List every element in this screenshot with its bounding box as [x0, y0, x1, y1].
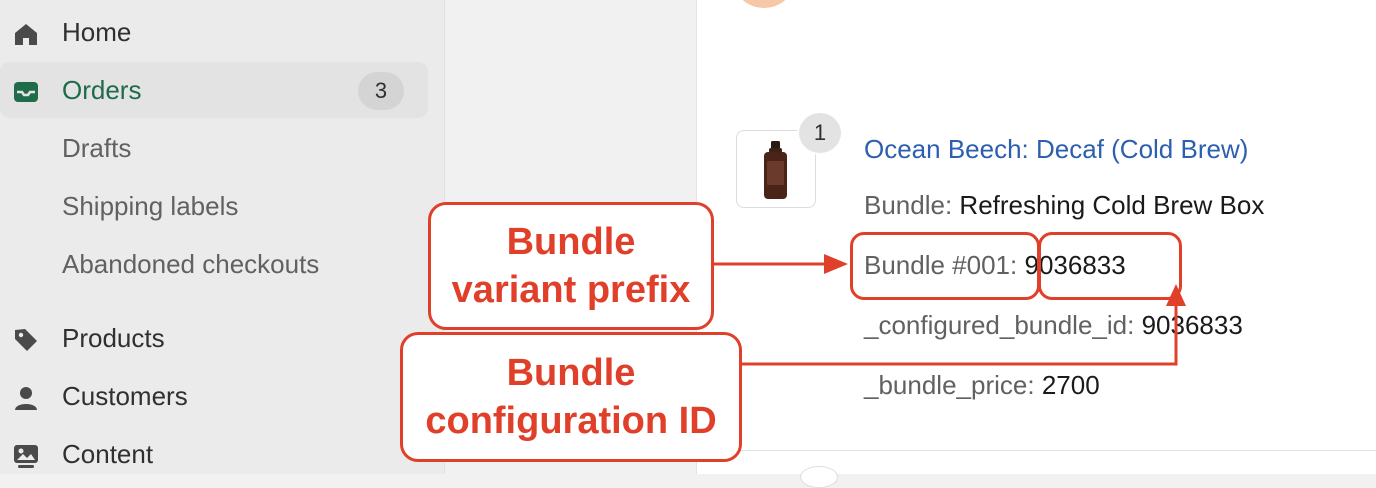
callout-line: Bundle	[506, 352, 636, 394]
sidebar-item-customers[interactable]: Customers	[0, 368, 428, 424]
sidebar-item-label: Home	[62, 16, 132, 47]
variant-prefix-highlight	[850, 232, 1040, 300]
home-icon	[15, 24, 37, 45]
property-configured-bundle-id: _configured_bundle_id: 9036833	[864, 310, 1243, 341]
sidebar-item-label: Content	[62, 438, 154, 469]
sidebar-item-drafts[interactable]: Drafts	[0, 120, 428, 176]
sidebar-nav: Home Orders 3 Drafts Shipping labels Aba…	[0, 0, 445, 474]
callout-line: variant prefix	[451, 269, 691, 311]
sidebar-item-label: Products	[62, 322, 165, 353]
product-title-link[interactable]: Ocean Beech: Decaf (Cold Brew)	[864, 134, 1248, 165]
next-item-badge	[800, 466, 838, 488]
property-bundle-price: _bundle_price: 2700	[864, 370, 1100, 401]
configuration-id-highlight	[1038, 232, 1182, 300]
sidebar-item-label: Drafts	[62, 132, 132, 163]
card-divider	[730, 450, 1376, 451]
variant-prefix-callout: Bundle variant prefix	[428, 202, 714, 330]
property-value: 2700	[1041, 370, 1100, 400]
sidebar-item-abandoned-checkouts[interactable]: Abandoned checkouts	[0, 236, 428, 292]
configuration-id-callout: Bundle configuration ID	[400, 332, 742, 462]
sidebar-item-label: Abandoned checkouts	[62, 248, 320, 279]
sidebar-item-orders[interactable]: Orders 3	[0, 62, 428, 118]
sidebar-item-label: Orders	[62, 74, 142, 105]
quantity-badge: 1	[797, 111, 843, 155]
property-value: 9036833	[1141, 310, 1243, 340]
property-key: _configured_bundle_id:	[864, 310, 1135, 340]
property-key: _bundle_price:	[864, 370, 1035, 400]
person-icon	[15, 387, 37, 410]
callout-line: Bundle	[506, 221, 636, 263]
property-key: Bundle:	[864, 190, 953, 220]
property-bundle: Bundle: Refreshing Cold Brew Box	[864, 190, 1264, 221]
property-value: Refreshing Cold Brew Box	[959, 190, 1265, 220]
image-icon	[14, 445, 38, 468]
sidebar-item-label: Customers	[62, 380, 188, 411]
tag-icon	[15, 329, 37, 351]
orders-count-badge: 3	[358, 72, 404, 110]
sidebar-item-label: Shipping labels	[62, 190, 239, 221]
sidebar-item-products[interactable]: Products	[0, 310, 428, 366]
sidebar-item-shipping-labels[interactable]: Shipping labels	[0, 178, 428, 234]
inbox-icon	[14, 82, 38, 102]
callout-line: configuration ID	[425, 400, 717, 442]
sidebar-item-home[interactable]: Home	[0, 4, 428, 60]
